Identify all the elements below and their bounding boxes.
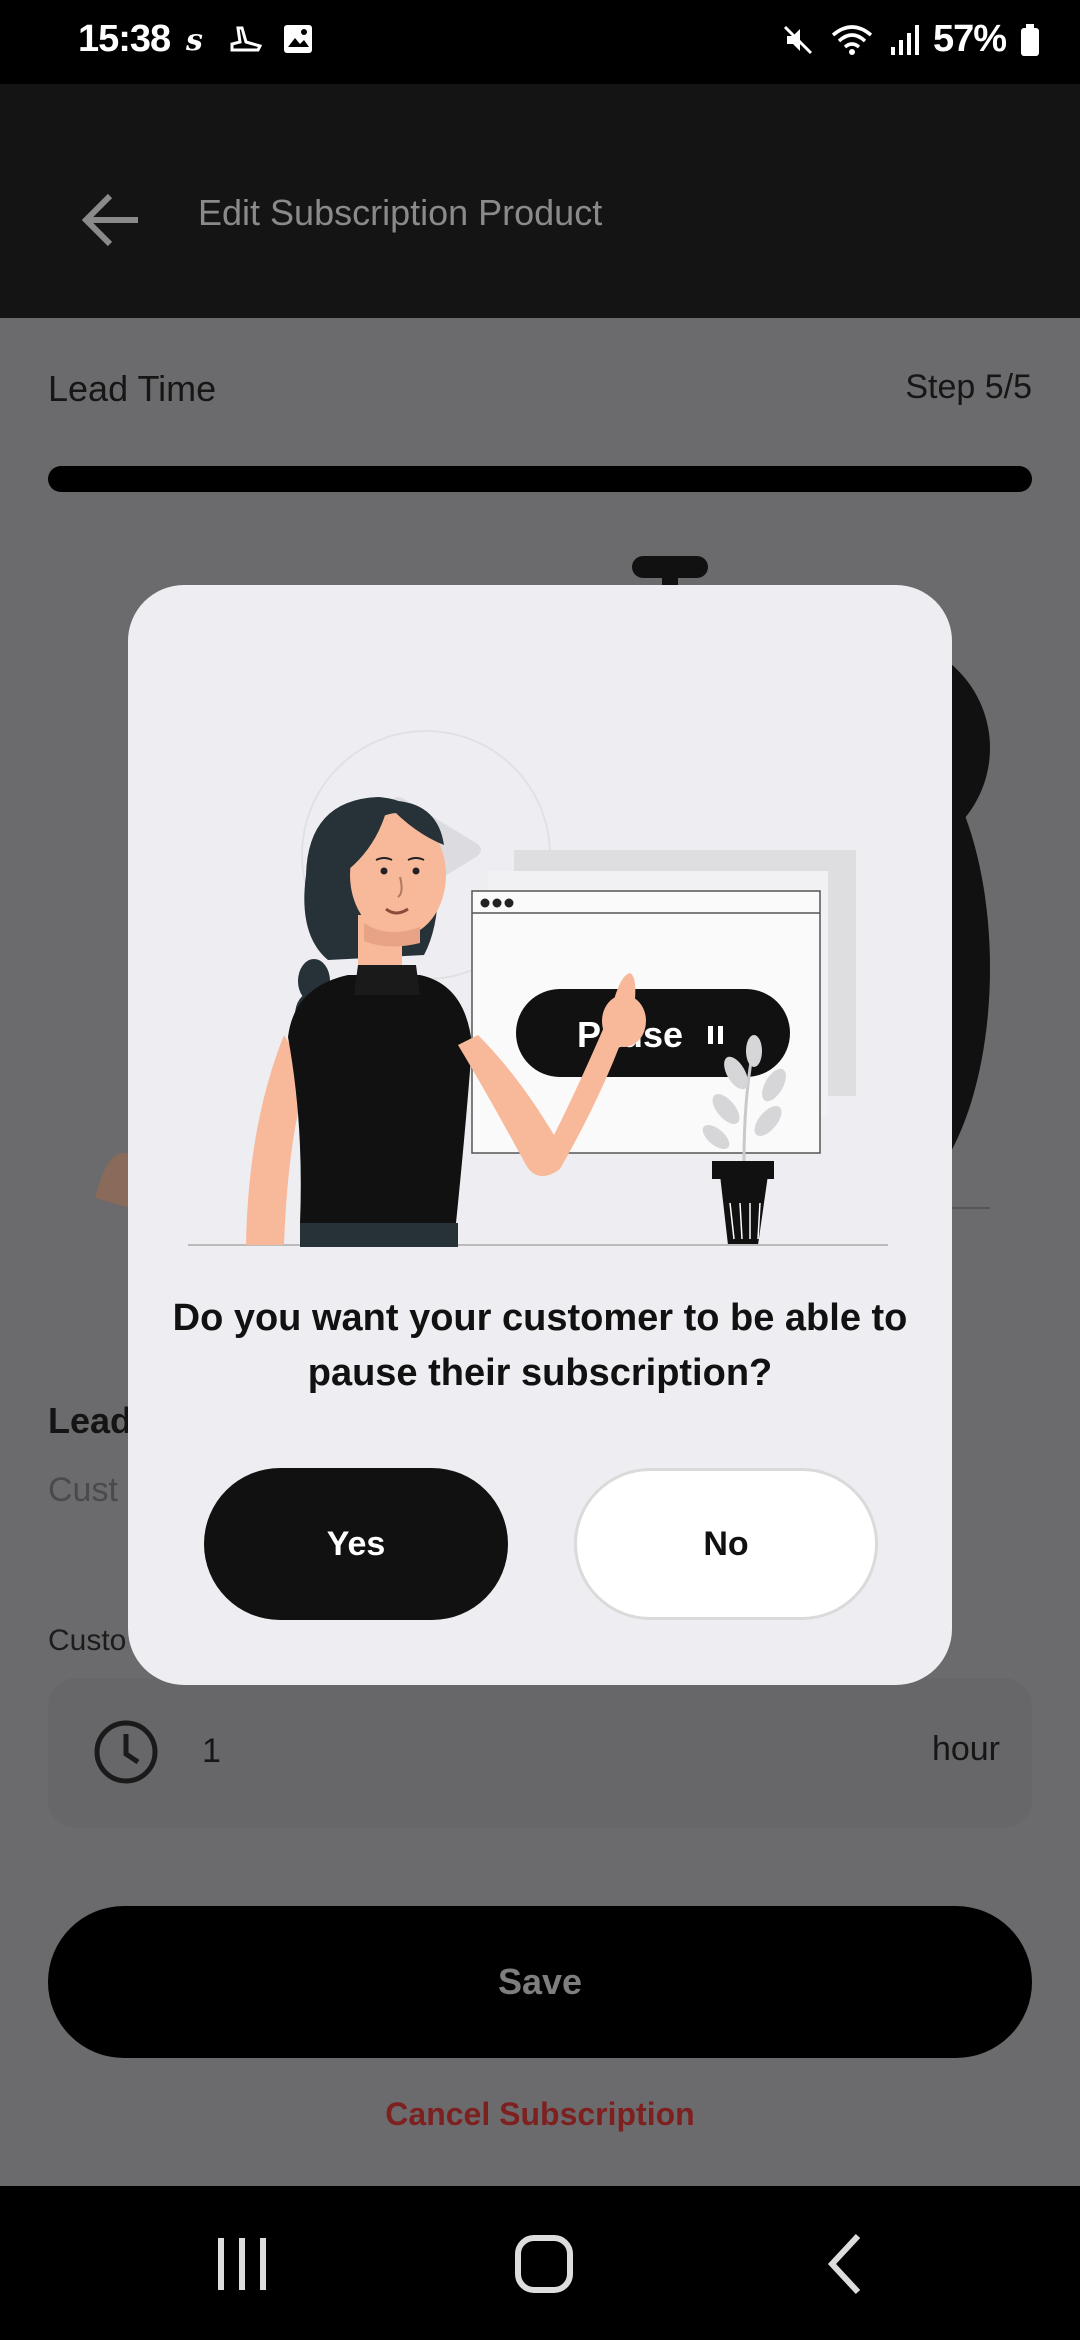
status-left-icons: s — [184, 22, 314, 56]
shazam-icon: s — [185, 23, 203, 56]
lead-time-input[interactable]: 1 hour — [48, 1678, 1032, 1828]
navigation-bar — [0, 2186, 1080, 2340]
field-label: Custo — [48, 1624, 127, 1657]
wifi-icon — [831, 24, 873, 55]
status-right: 57% — [781, 18, 1040, 61]
section-title: Lead — [48, 1400, 133, 1441]
clock-icon — [94, 1720, 158, 1784]
back-button[interactable] — [72, 180, 152, 260]
battery-icon — [1021, 23, 1039, 56]
home-icon[interactable] — [504, 2224, 584, 2304]
image-icon — [284, 25, 312, 53]
pause-subscription-dialog: Pause — [128, 585, 952, 1685]
save-button[interactable]: Save — [48, 1906, 1032, 2058]
yes-button[interactable]: Yes — [204, 1468, 508, 1620]
back-icon[interactable] — [806, 2224, 886, 2304]
step-title: Lead Time — [48, 368, 217, 409]
step-progress-bar — [48, 466, 1032, 492]
recents-icon[interactable] — [202, 2224, 282, 2304]
signal-icon — [890, 24, 919, 55]
status-bar: 15:38 s 57% — [0, 0, 1080, 84]
app-bar: Edit Subscription Product — [0, 84, 1080, 318]
battery-percent: 57% — [932, 18, 1007, 60]
status-time: 15:38 — [78, 18, 171, 60]
page-title: Edit Subscription Product — [198, 192, 603, 233]
field-unit: hour — [931, 1730, 1000, 1768]
svg-text:s: s — [185, 23, 203, 56]
no-button[interactable]: No — [574, 1468, 878, 1620]
step-count: Step 5/5 — [905, 368, 1032, 406]
field-value: 1 — [202, 1732, 221, 1770]
arrow-left-icon — [81, 193, 138, 247]
shoe-icon — [230, 26, 263, 52]
cancel-subscription-link[interactable]: Cancel Subscription — [0, 2096, 1080, 2133]
mute-icon — [783, 25, 812, 54]
dialog-question: Do you want your customer to be able to … — [172, 1297, 908, 1394]
pause-illustration: Pause — [188, 730, 888, 1247]
